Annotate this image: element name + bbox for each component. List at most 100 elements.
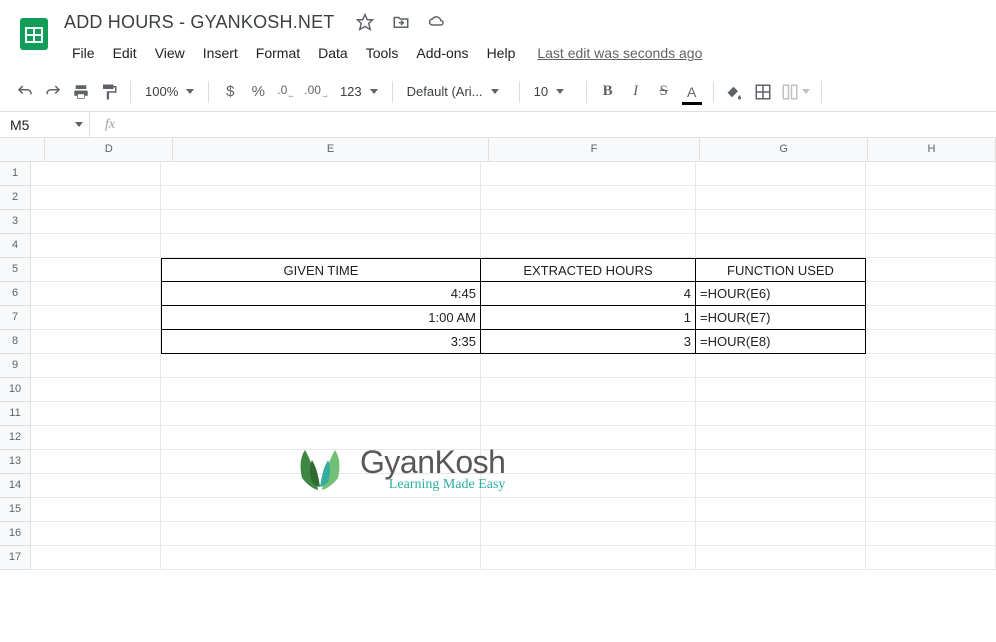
row-header-9[interactable]: 9: [0, 354, 30, 378]
star-icon[interactable]: [355, 12, 375, 32]
cell-G6[interactable]: =HOUR(E6): [696, 282, 866, 306]
cell-E3[interactable]: [161, 210, 481, 234]
cell-E1[interactable]: [161, 162, 481, 186]
cell-E15[interactable]: [161, 498, 481, 522]
cell-D3[interactable]: [31, 210, 161, 234]
cell-G1[interactable]: [696, 162, 866, 186]
zoom-select[interactable]: 100%: [139, 78, 200, 106]
row-header-7[interactable]: 7: [0, 306, 30, 330]
formula-input[interactable]: [130, 112, 996, 137]
cell-G13[interactable]: [696, 450, 866, 474]
row-header-3[interactable]: 3: [0, 210, 30, 234]
cell-H3[interactable]: [866, 210, 996, 234]
cell-F3[interactable]: [481, 210, 696, 234]
cell-D17[interactable]: [31, 546, 161, 570]
cell-H7[interactable]: [866, 306, 996, 330]
cell-H10[interactable]: [866, 378, 996, 402]
select-all-corner[interactable]: [0, 138, 45, 161]
cell-F12[interactable]: [481, 426, 696, 450]
menu-tools[interactable]: Tools: [358, 43, 407, 63]
cell-F17[interactable]: [481, 546, 696, 570]
cell-E2[interactable]: [161, 186, 481, 210]
col-header-h[interactable]: H: [868, 138, 996, 161]
cell-G15[interactable]: [696, 498, 866, 522]
fill-color-button[interactable]: [722, 78, 748, 106]
col-header-g[interactable]: G: [700, 138, 867, 161]
cell-F9[interactable]: [481, 354, 696, 378]
cell-E5[interactable]: GIVEN TIME: [161, 258, 481, 282]
col-header-f[interactable]: F: [489, 138, 701, 161]
cell-E11[interactable]: [161, 402, 481, 426]
row-header-17[interactable]: 17: [0, 546, 30, 570]
cell-G3[interactable]: [696, 210, 866, 234]
cell-H9[interactable]: [866, 354, 996, 378]
cell-E12[interactable]: [161, 426, 481, 450]
cell-H12[interactable]: [866, 426, 996, 450]
cell-D2[interactable]: [31, 186, 161, 210]
cell-F4[interactable]: [481, 234, 696, 258]
cell-D14[interactable]: [31, 474, 161, 498]
cell-F1[interactable]: [481, 162, 696, 186]
cell-H6[interactable]: [866, 282, 996, 306]
cell-F10[interactable]: [481, 378, 696, 402]
cell-G17[interactable]: [696, 546, 866, 570]
cell-E6[interactable]: 4:45: [161, 282, 481, 306]
menu-edit[interactable]: Edit: [105, 43, 145, 63]
row-header-4[interactable]: 4: [0, 234, 30, 258]
cell-F5[interactable]: EXTRACTED HOURS: [481, 258, 696, 282]
cell-D9[interactable]: [31, 354, 161, 378]
cell-H4[interactable]: [866, 234, 996, 258]
cell-D12[interactable]: [31, 426, 161, 450]
row-header-11[interactable]: 11: [0, 402, 30, 426]
cell-D13[interactable]: [31, 450, 161, 474]
print-button[interactable]: [68, 78, 94, 106]
cell-D10[interactable]: [31, 378, 161, 402]
cell-G9[interactable]: [696, 354, 866, 378]
currency-button[interactable]: $: [217, 78, 243, 106]
cell-G10[interactable]: [696, 378, 866, 402]
cell-F11[interactable]: [481, 402, 696, 426]
cell-H11[interactable]: [866, 402, 996, 426]
cell-G8[interactable]: =HOUR(E8): [696, 330, 866, 354]
move-icon[interactable]: [391, 12, 411, 32]
col-header-e[interactable]: E: [173, 138, 488, 161]
fontsize-select[interactable]: 10: [528, 78, 578, 106]
cell-H16[interactable]: [866, 522, 996, 546]
row-header-14[interactable]: 14: [0, 474, 30, 498]
cell-E16[interactable]: [161, 522, 481, 546]
cell-E7[interactable]: 1:00 AM: [161, 306, 481, 330]
percent-button[interactable]: %: [245, 78, 271, 106]
cell-E14[interactable]: [161, 474, 481, 498]
cell-G4[interactable]: [696, 234, 866, 258]
menu-addons[interactable]: Add-ons: [408, 43, 476, 63]
row-header-1[interactable]: 1: [0, 162, 30, 186]
menu-insert[interactable]: Insert: [195, 43, 246, 63]
cell-G7[interactable]: =HOUR(E7): [696, 306, 866, 330]
cell-G12[interactable]: [696, 426, 866, 450]
sheets-logo[interactable]: [14, 8, 54, 60]
cell-D1[interactable]: [31, 162, 161, 186]
row-header-13[interactable]: 13: [0, 450, 30, 474]
cell-E4[interactable]: [161, 234, 481, 258]
italic-button[interactable]: I: [623, 78, 649, 106]
cell-F15[interactable]: [481, 498, 696, 522]
menu-help[interactable]: Help: [479, 43, 524, 63]
cell-D15[interactable]: [31, 498, 161, 522]
cell-H13[interactable]: [866, 450, 996, 474]
cell-H1[interactable]: [866, 162, 996, 186]
cell-D11[interactable]: [31, 402, 161, 426]
cell-E17[interactable]: [161, 546, 481, 570]
borders-button[interactable]: [750, 78, 776, 106]
undo-button[interactable]: [12, 78, 38, 106]
cell-F7[interactable]: 1: [481, 306, 696, 330]
cell-E13[interactable]: [161, 450, 481, 474]
row-header-5[interactable]: 5: [0, 258, 30, 282]
cell-D16[interactable]: [31, 522, 161, 546]
cloud-icon[interactable]: [427, 12, 447, 32]
row-header-6[interactable]: 6: [0, 282, 30, 306]
strikethrough-button[interactable]: S: [651, 78, 677, 106]
menu-format[interactable]: Format: [248, 43, 308, 63]
cell-G16[interactable]: [696, 522, 866, 546]
cell-D5[interactable]: [31, 258, 161, 282]
cell-H2[interactable]: [866, 186, 996, 210]
